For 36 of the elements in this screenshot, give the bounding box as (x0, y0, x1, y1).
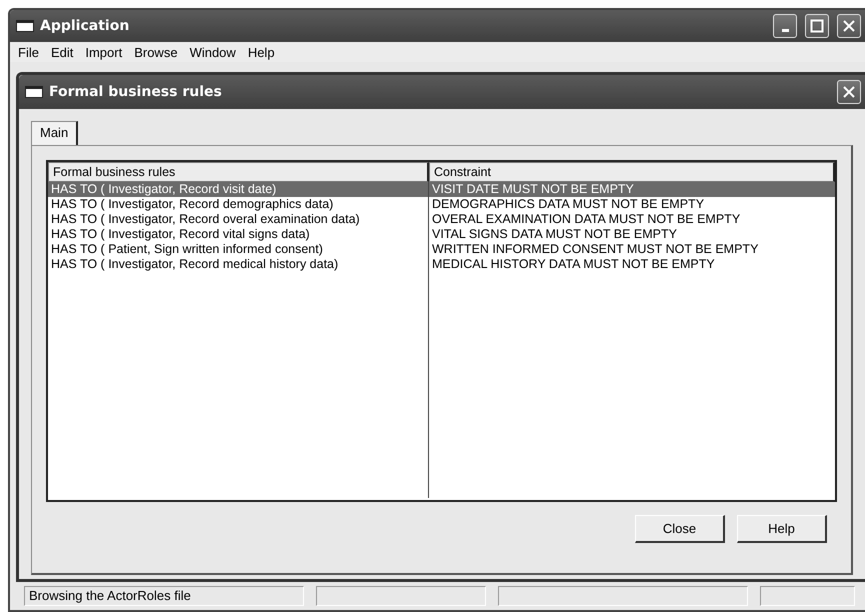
window-icon (25, 86, 43, 98)
menu-item[interactable]: File (12, 44, 45, 60)
table-cell[interactable]: VISIT DATE MUST NOT BE EMPTY (429, 182, 835, 197)
table-cell[interactable]: OVERAL EXAMINATION DATA MUST NOT BE EMPTY (429, 212, 835, 227)
menu-item[interactable]: Browse (128, 44, 184, 60)
close-button[interactable] (837, 80, 861, 104)
table-cell[interactable]: WRITTEN INFORMED CONSENT MUST NOT BE EMPTY (429, 242, 835, 257)
menu-item[interactable]: Import (79, 44, 128, 60)
table-cell[interactable]: HAS TO ( Investigator, Record vital signs data) (48, 227, 429, 242)
close-button[interactable] (837, 14, 861, 38)
table-cell[interactable]: HAS TO ( Investigator, Record visit date) (48, 182, 429, 197)
menu-item[interactable]: Help (242, 44, 281, 60)
maximize-icon (810, 19, 824, 33)
table-cell[interactable]: HAS TO ( Patient, Sign written informed consent) (48, 242, 429, 257)
tab[interactable]: Main (31, 121, 78, 145)
menu-item[interactable]: Edit (44, 44, 80, 60)
column-header[interactable]: Formal business rules (48, 162, 429, 182)
table-cell[interactable]: HAS TO ( Investigator, Record demographics data) (48, 197, 429, 212)
minimize-icon (782, 28, 788, 32)
menu-item[interactable]: Window (184, 44, 242, 60)
minimize-button[interactable] (773, 14, 797, 38)
status-text: Browsing the ActorRoles file (24, 586, 304, 606)
help-button[interactable]: Help (737, 515, 827, 543)
table-cell[interactable]: HAS TO ( Investigator, Record medical history data) (48, 257, 429, 272)
table-cell[interactable]: HAS TO ( Investigator, Record overal examination data) (48, 212, 429, 227)
table-cell[interactable]: MEDICAL HISTORY DATA MUST NOT BE EMPTY (429, 257, 835, 272)
close-icon (842, 19, 856, 33)
window-title: Application (40, 18, 130, 34)
close-button[interactable]: Close (635, 515, 725, 543)
dialog-title: Formal business rules (49, 84, 223, 100)
maximize-button[interactable] (805, 14, 829, 38)
close-icon (842, 85, 856, 99)
window-icon (16, 20, 34, 32)
column-header[interactable]: Constraint (429, 162, 835, 182)
table-cell[interactable]: VITAL SIGNS DATA MUST NOT BE EMPTY (429, 227, 835, 242)
table-cell[interactable]: DEMOGRAPHICS DATA MUST NOT BE EMPTY (429, 197, 835, 212)
